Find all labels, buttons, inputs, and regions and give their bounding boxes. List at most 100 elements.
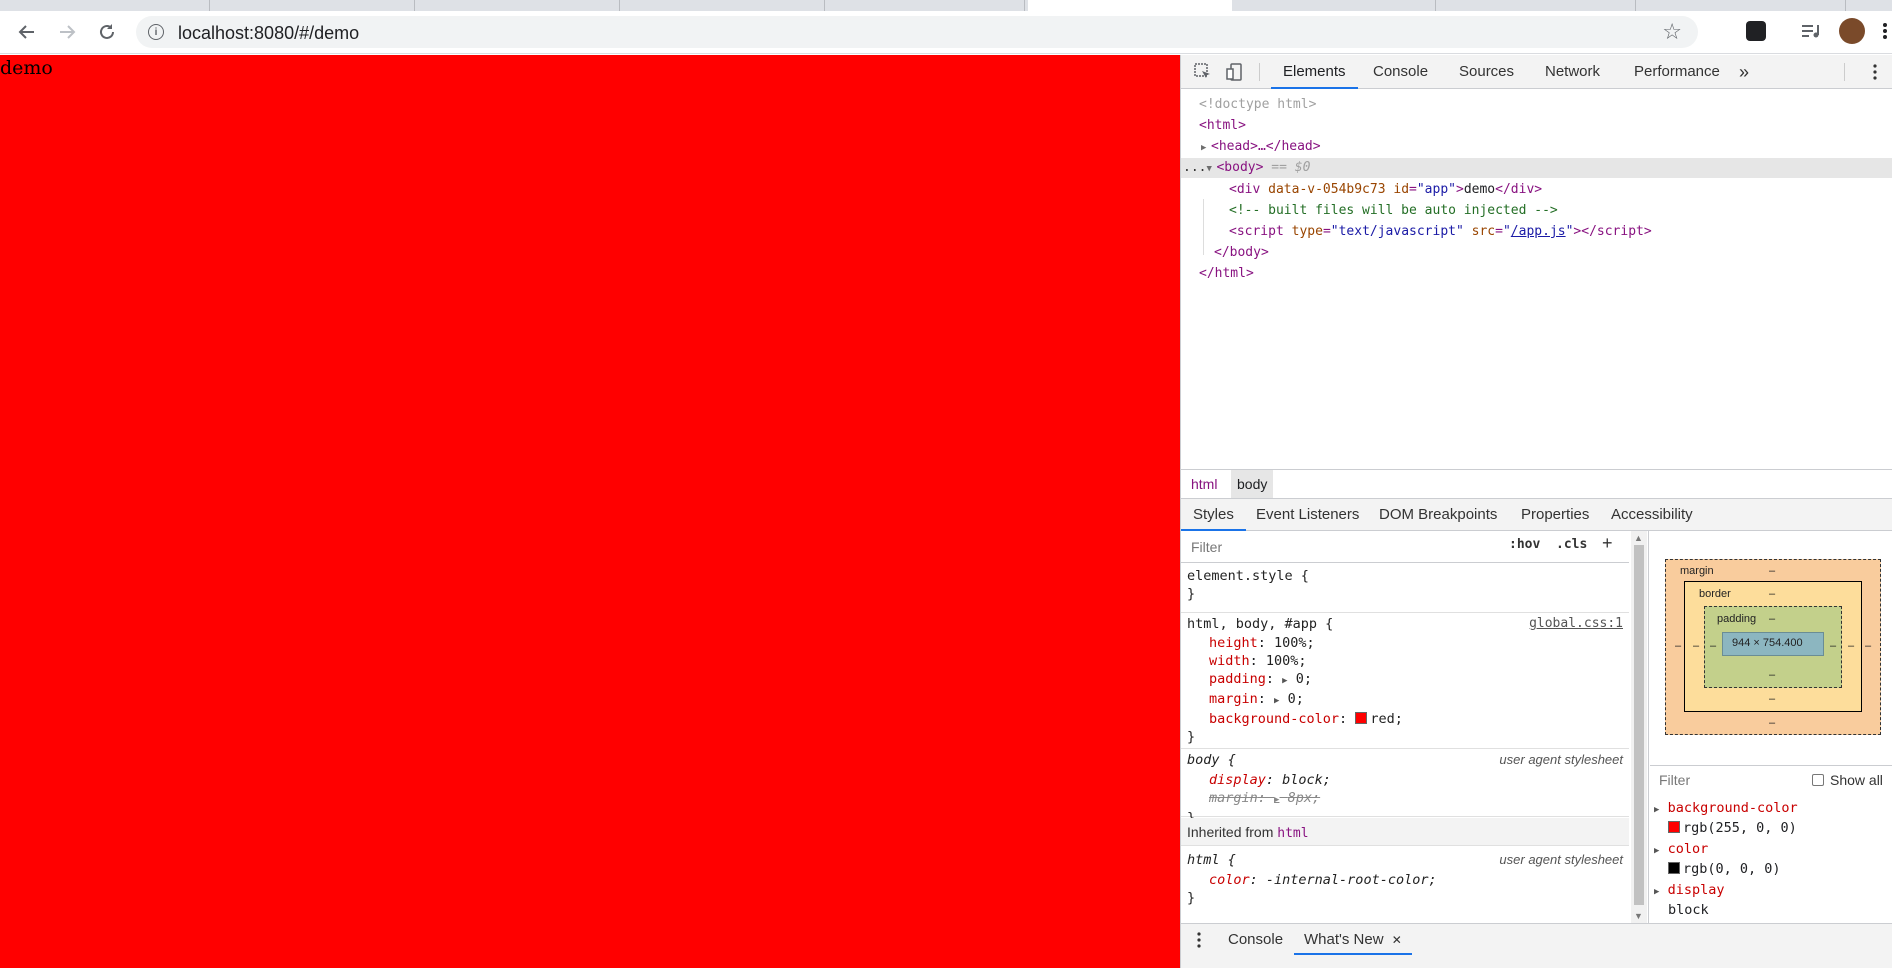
style-rule-html-ua[interactable]: html { user agent stylesheet color: -int…: [1181, 851, 1629, 906]
avatar[interactable]: [1839, 18, 1865, 44]
browser-tab[interactable]: [1636, 0, 1846, 11]
expand-triangle-icon[interactable]: ▶: [1654, 805, 1659, 815]
padding-bottom-value: –: [1769, 669, 1776, 681]
color-swatch[interactable]: [1355, 712, 1368, 724]
inspect-element-icon[interactable]: [1193, 62, 1213, 82]
browser-tab[interactable]: [620, 0, 825, 11]
expand-triangle-icon[interactable]: ▶: [1654, 846, 1659, 856]
border-top-value: –: [1769, 588, 1776, 600]
tab-accessibility[interactable]: Accessibility: [1599, 499, 1705, 531]
media-control-icon[interactable]: [1800, 21, 1820, 41]
arrow-forward-icon[interactable]: [53, 18, 81, 46]
dom-html-node[interactable]: <html>: [1199, 116, 1246, 136]
dom-body-close[interactable]: </body>: [1214, 243, 1269, 263]
breadcrumb-html[interactable]: html: [1185, 470, 1223, 498]
css-prop-margin[interactable]: margin: ▶ 0;: [1181, 690, 1629, 710]
margin-right-value: –: [1865, 640, 1872, 652]
tab-strip: [0, 0, 1892, 11]
styles-filter-input[interactable]: Filter: [1185, 535, 1501, 559]
info-icon[interactable]: i: [148, 24, 164, 40]
inherited-from-link[interactable]: html: [1277, 826, 1308, 841]
cls-toggle[interactable]: .cls: [1556, 537, 1587, 552]
arrow-back-icon[interactable]: [13, 18, 41, 46]
dom-script-node[interactable]: <script type="text/javascript" src="/app…: [1229, 222, 1652, 242]
dom-html-close[interactable]: </html>: [1199, 264, 1254, 284]
browser-tab[interactable]: [825, 0, 1025, 11]
expand-triangle-icon[interactable]: ▶: [1282, 676, 1287, 686]
style-rule-body-ua[interactable]: body { user agent stylesheet display: bl…: [1181, 751, 1629, 826]
show-all-label: Show all: [1830, 772, 1883, 788]
more-tabs-icon[interactable]: »: [1727, 55, 1761, 89]
css-prop-background-color[interactable]: background-color: red;: [1181, 710, 1629, 728]
browser-tab-active[interactable]: [1028, 0, 1232, 11]
tab-styles[interactable]: Styles: [1181, 499, 1246, 531]
css-prop-height[interactable]: height: 100%;: [1181, 634, 1629, 652]
color-swatch[interactable]: [1668, 862, 1680, 874]
browser-tab[interactable]: [0, 0, 210, 11]
hov-toggle[interactable]: :hov: [1509, 537, 1540, 552]
browser-tab[interactable]: [210, 0, 415, 11]
url-text[interactable]: localhost:8080/#/demo: [178, 23, 359, 44]
rule-close: }: [1187, 729, 1196, 745]
dom-doctype[interactable]: <!doctype html>: [1199, 95, 1316, 115]
tab-properties[interactable]: Properties: [1509, 499, 1601, 531]
new-rule-button[interactable]: +: [1602, 533, 1613, 554]
tab-sources[interactable]: Sources: [1447, 55, 1526, 89]
styles-scrollbar[interactable]: ▲ ▼: [1631, 531, 1647, 923]
tab-console[interactable]: Console: [1361, 55, 1440, 89]
scrollbar-thumb[interactable]: [1634, 545, 1644, 905]
bookmark-star-icon[interactable]: ☆: [1662, 19, 1682, 45]
browser-tab[interactable]: [1436, 0, 1636, 11]
dom-div-node[interactable]: <div data-v-054b9c73 id="app">demo</div>: [1229, 180, 1542, 200]
rule-source: user agent stylesheet: [1499, 852, 1623, 867]
extension-icon[interactable]: [1746, 21, 1766, 41]
rule-close: }: [1187, 890, 1196, 906]
drawer-tab-console[interactable]: Console: [1218, 924, 1293, 955]
drawer-tab-whats-new[interactable]: What's New ✕: [1294, 924, 1412, 955]
menu-dots-icon[interactable]: [1882, 21, 1888, 41]
computed-prop-background-color[interactable]: ▶ background-color rgb(255, 0, 0): [1654, 799, 1798, 837]
css-prop-width[interactable]: width: 100%;: [1181, 652, 1629, 670]
color-swatch[interactable]: [1668, 821, 1680, 833]
script-src-link[interactable]: /app.js: [1511, 224, 1566, 239]
css-prop-display[interactable]: display: block;: [1181, 771, 1629, 789]
tab-dom-breakpoints[interactable]: DOM Breakpoints: [1367, 499, 1509, 531]
dom-comment-node[interactable]: <!-- built files will be auto injected -…: [1229, 201, 1558, 221]
collapse-triangle-icon[interactable]: ▼: [1206, 159, 1216, 179]
tab-network[interactable]: Network: [1533, 55, 1612, 89]
css-prop-color[interactable]: color: -internal-root-color;: [1181, 871, 1629, 889]
border-left-value: –: [1693, 640, 1700, 652]
tab-elements[interactable]: Elements: [1271, 55, 1358, 89]
dom-body-node[interactable]: ...▼ <body> == $0: [1181, 158, 1892, 178]
scroll-down-icon[interactable]: ▼: [1634, 911, 1643, 921]
rule-close: }: [1187, 586, 1196, 602]
reload-icon[interactable]: [93, 18, 121, 46]
close-icon[interactable]: ✕: [1392, 933, 1402, 947]
css-prop-padding[interactable]: padding: ▶ 0;: [1181, 670, 1629, 690]
devtools-panel: Elements Console Sources Network Perform…: [1180, 55, 1892, 968]
tab-performance[interactable]: Performance: [1622, 55, 1732, 89]
style-rule-global[interactable]: html, body, #app { global.css:1 height: …: [1181, 615, 1629, 749]
device-toolbar-icon[interactable]: [1225, 62, 1245, 82]
browser-tab[interactable]: [1236, 0, 1436, 11]
tab-event-listeners[interactable]: Event Listeners: [1244, 499, 1371, 531]
rule-source-link[interactable]: global.css:1: [1529, 615, 1623, 633]
expand-triangle-icon[interactable]: ▶: [1654, 887, 1659, 897]
expand-triangle-icon[interactable]: ▶: [1201, 138, 1211, 158]
expand-triangle-icon[interactable]: ▶: [1274, 696, 1279, 706]
css-prop-margin-overridden[interactable]: margin: ▶ 8px;: [1181, 789, 1629, 809]
row-ellipsis[interactable]: ...: [1181, 160, 1206, 175]
devtools-menu-icon[interactable]: [1865, 62, 1885, 82]
computed-prop-display[interactable]: ▶ display block: [1654, 881, 1724, 919]
address-bar[interactable]: i localhost:8080/#/demo ☆: [136, 16, 1698, 48]
breadcrumb-body[interactable]: body: [1231, 470, 1274, 498]
drawer-menu-icon[interactable]: [1197, 932, 1201, 951]
scroll-up-icon[interactable]: ▲: [1634, 533, 1643, 543]
computed-filter-input[interactable]: Filter: [1659, 772, 1690, 788]
computed-prop-color[interactable]: ▶ color rgb(0, 0, 0): [1654, 840, 1781, 878]
style-rule-element[interactable]: element.style { }: [1181, 567, 1629, 613]
dom-head-node[interactable]: ▶ <head>…</head>: [1201, 137, 1321, 157]
browser-tab[interactable]: [415, 0, 620, 11]
show-all-checkbox[interactable]: [1812, 774, 1824, 786]
margin-left-value: –: [1675, 640, 1682, 652]
